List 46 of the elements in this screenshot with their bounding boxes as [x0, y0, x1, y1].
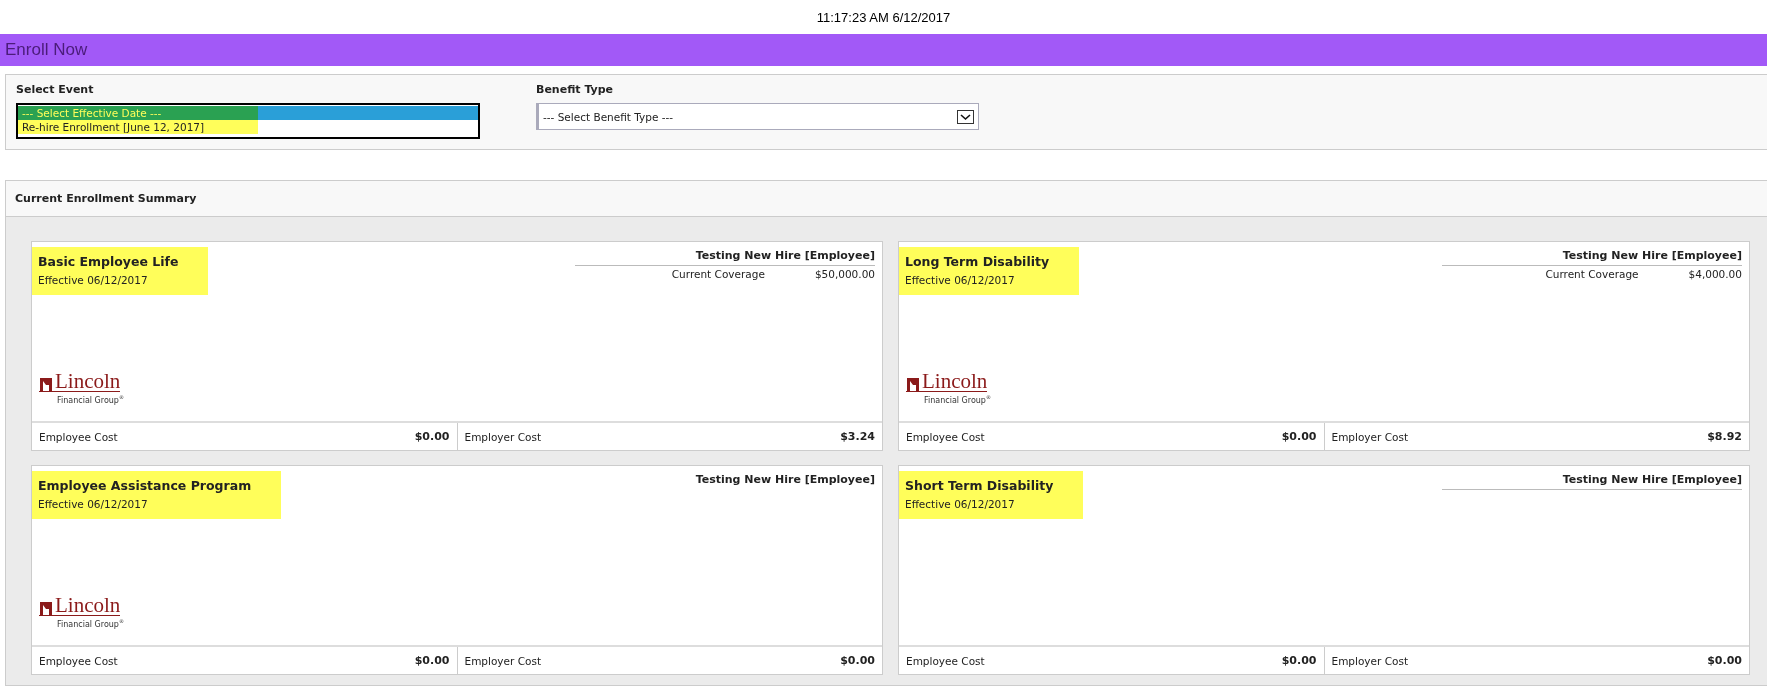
member-name: Testing New Hire [Employee]: [1561, 473, 1742, 488]
cost-amount: $0.00: [414, 654, 450, 667]
page-title: Enroll Now: [5, 40, 88, 60]
plan-title: Short Term Disability: [905, 478, 1054, 493]
member-name: Testing New Hire [Employee]: [694, 249, 875, 264]
cost-amount: $0.00: [414, 430, 450, 443]
logo-tagline: Financial Group$^{®}$: [924, 394, 991, 405]
cost-amount: $0.00: [1281, 430, 1317, 443]
logo-name: Lincoln: [55, 595, 121, 616]
coverage-amount: $50,000.00: [814, 268, 875, 280]
plan-title: Employee Assistance Program: [38, 478, 252, 493]
coverage-amount: $4,000.00: [1688, 268, 1742, 280]
effective-date: Effective 06/12/2017: [905, 274, 1016, 286]
cost-label: Employer Cost: [464, 654, 542, 667]
logo-name: Lincoln: [55, 371, 121, 392]
coverage-label: Current Coverage: [1545, 268, 1639, 280]
effective-date: Effective 06/12/2017: [38, 274, 149, 286]
member-name: Testing New Hire [Employee]: [1561, 249, 1742, 264]
effective-date: Effective 06/12/2017: [38, 498, 149, 510]
clock-text: 11:17:23 AM 6/12/2017: [816, 9, 951, 25]
cost-label: Employee Cost: [39, 654, 118, 667]
chevron-down-icon: [957, 109, 974, 124]
event-listbox[interactable]: --- Select Effective Date --- Re-hire Enrollment [June 12, 2017]: [16, 103, 480, 139]
member-name: Testing New Hire [Employee]: [694, 473, 875, 488]
plan-title: Long Term Disability: [905, 254, 1050, 269]
coverage-label: Current Coverage: [671, 268, 765, 280]
cost-label: Employee Cost: [906, 654, 985, 667]
logo-tagline: Financial Group$^{®}$: [57, 394, 124, 405]
plan-title: Basic Employee Life: [38, 254, 179, 269]
field-label: Select Event: [16, 83, 94, 96]
cost-amount: $0.00: [1707, 654, 1742, 667]
summary-title: Current Enrollment Summary: [15, 192, 197, 205]
field-label: Benefit Type: [536, 83, 614, 96]
cost-label: Employer Cost: [464, 430, 542, 443]
cost-amount: $0.00: [1281, 654, 1317, 667]
cost-label: Employer Cost: [1331, 654, 1409, 667]
effective-date: Effective 06/12/2017: [905, 498, 1016, 510]
cost-label: Employee Cost: [906, 430, 985, 443]
cost-amount: $8.92: [1707, 430, 1742, 443]
cost-amount: $3.24: [840, 430, 875, 443]
cost-label: Employee Cost: [39, 430, 118, 443]
cost-label: Employer Cost: [1331, 430, 1409, 443]
logo-name: Lincoln: [922, 371, 988, 392]
logo-tagline: Financial Group$^{®}$: [57, 618, 124, 629]
benefit-type-dropdown[interactable]: --- Select Benefit Type ---: [536, 103, 979, 130]
cost-amount: $0.00: [840, 654, 875, 667]
